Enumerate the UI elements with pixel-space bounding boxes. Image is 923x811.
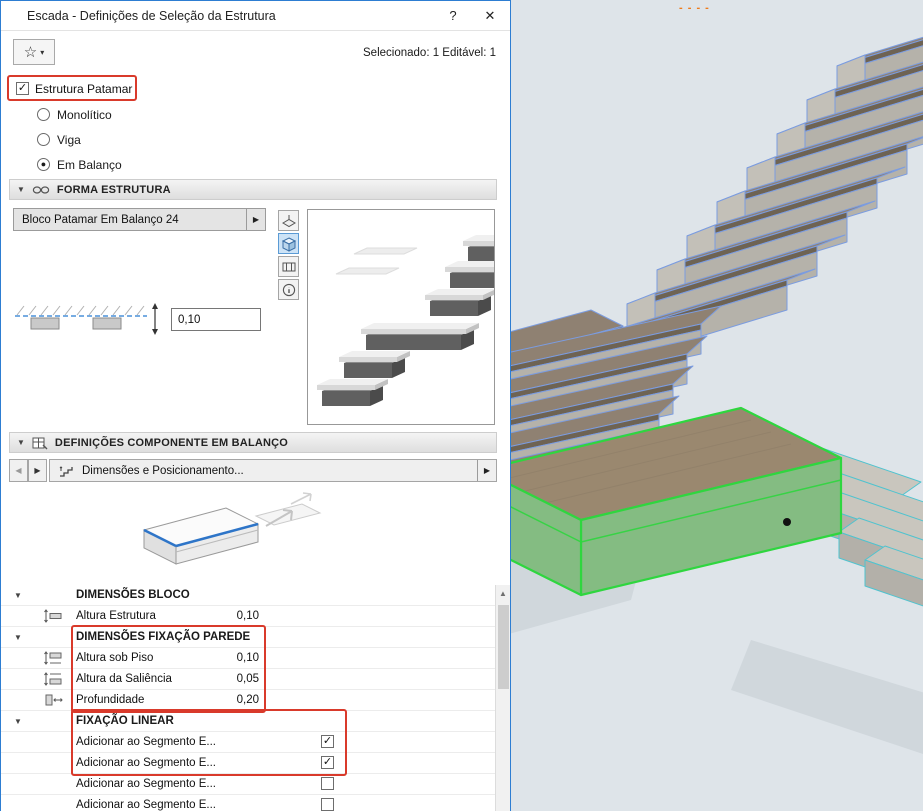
radio-circle	[37, 108, 50, 121]
value-field[interactable]: 0,05	[179, 673, 259, 685]
value-field[interactable]: 0,10	[179, 610, 259, 622]
section-forma-estrutura[interactable]: ▼ FORMA ESTRUTURA	[9, 179, 497, 200]
scrollbar-thumb[interactable]	[498, 605, 509, 689]
estrutura-patamar-label: Estrutura Patamar	[35, 82, 132, 96]
parameter-table: ▼ DIMENSÕES BLOCO Altura Estrutura 0,10 …	[1, 585, 496, 811]
help-button[interactable]: ?	[436, 2, 470, 30]
structure-shape-dropdown[interactable]: Bloco Patamar Em Balanço 24 ▶	[13, 208, 266, 231]
altura-saliencia-icon	[43, 672, 63, 689]
group-header-row[interactable]: ▼ FIXAÇÃO LINEAR	[1, 711, 496, 732]
value-field[interactable]: 0,10	[179, 652, 259, 664]
upper-flight	[597, 0, 923, 368]
dialog-titlebar: Escada - Definições de Seleção da Estrut…	[1, 1, 510, 31]
page-next-button[interactable]: ▶	[28, 459, 47, 482]
info-icon	[281, 282, 297, 298]
value-field[interactable]: 0,20	[179, 694, 259, 706]
marquee-hint: - - - -	[679, 2, 710, 14]
preview-info-button[interactable]	[278, 279, 299, 300]
altura-sob-piso-icon	[43, 651, 63, 668]
altura-estrutura-icon	[43, 609, 63, 626]
componente-icon	[32, 436, 48, 450]
dimensoes-icon	[58, 464, 76, 478]
estrutura-patamar-checkbox[interactable]: ✓	[16, 82, 29, 95]
forma-estrutura-icon	[32, 184, 50, 196]
group-header-label: FIXAÇÃO LINEAR	[76, 715, 174, 727]
collapse-icon[interactable]: ▼	[14, 717, 22, 726]
collapse-icon[interactable]: ▼	[17, 438, 25, 447]
profundidade-icon	[43, 693, 63, 710]
table-row: Altura Estrutura 0,10	[1, 606, 496, 627]
dropdown-arrow-icon: ▶	[246, 209, 265, 230]
page-selector-dropdown[interactable]: Dimensões e Posicionamento... ▶	[49, 459, 497, 482]
segment-checkbox[interactable]: ✓	[321, 756, 334, 769]
group-header-label: DIMENSÕES FIXAÇÃO PAREDE	[76, 631, 250, 643]
table-row: Altura da Saliência 0,05	[1, 669, 496, 690]
radio-em-balanco[interactable]: ● Em Balanço	[37, 157, 122, 172]
collapse-icon[interactable]: ▼	[14, 633, 22, 642]
preview-steps	[308, 210, 494, 424]
star-icon: ☆	[24, 45, 37, 60]
table-row: Adicionar ao Segmento E...	[1, 774, 496, 795]
dropdown-arrow-icon: ▶	[477, 460, 496, 481]
segment-checkbox[interactable]	[321, 777, 334, 790]
selection-status: Selecionado: 1 Editável: 1	[363, 47, 496, 59]
3d-viewport[interactable]: - - - -	[511, 0, 923, 811]
group-header-row[interactable]: ▼ DIMENSÕES FIXAÇÃO PAREDE	[1, 627, 496, 648]
3d-canvas[interactable]	[511, 0, 923, 811]
radio-circle	[37, 133, 50, 146]
table-row: Profundidade 0,20	[1, 690, 496, 711]
offset-input[interactable]	[171, 308, 261, 331]
table-row: Adicionar ao Segmento E... ✓	[1, 732, 496, 753]
film-icon	[281, 259, 297, 275]
table-row: Altura sob Piso 0,10	[1, 648, 496, 669]
favorites-button[interactable]: ☆ ▾	[13, 39, 55, 65]
chevron-down-icon: ▾	[40, 48, 44, 57]
preview-film-button[interactable]	[278, 256, 299, 277]
radio-circle: ●	[37, 158, 50, 171]
page-prev-button[interactable]: ◀	[9, 459, 28, 482]
scroll-up-button[interactable]: ▲	[496, 585, 510, 601]
dialog-title: Escada - Definições de Seleção da Estrut…	[27, 9, 276, 23]
section-componente-balanco[interactable]: ▼ DEFINIÇÕES COMPONENTE EM BALANÇO	[9, 432, 497, 453]
group-header-row[interactable]: ▼ DIMENSÕES BLOCO	[1, 585, 496, 606]
edit-node-dot[interactable]	[783, 518, 791, 526]
segment-checkbox[interactable]: ✓	[321, 735, 334, 748]
stair-settings-dialog: Escada - Definições de Seleção da Estrut…	[0, 0, 511, 811]
segment-checkbox[interactable]	[321, 798, 334, 811]
table-scrollbar[interactable]: ▲	[495, 585, 510, 811]
collapse-icon[interactable]: ▼	[14, 591, 22, 600]
preview-3d-button[interactable]	[278, 233, 299, 254]
component-diagram	[106, 486, 336, 582]
table-row: Adicionar ao Segmento E... ✓	[1, 753, 496, 774]
group-header-label: DIMENSÕES BLOCO	[76, 589, 190, 601]
structure-preview[interactable]	[307, 209, 495, 425]
cube-3d-icon	[281, 236, 297, 252]
table-row: Adicionar ao Segmento E...	[1, 795, 496, 811]
radio-monolitico[interactable]: Monolítico	[37, 107, 112, 122]
collapse-icon[interactable]: ▼	[17, 185, 25, 194]
preview-plan-button[interactable]	[278, 210, 299, 231]
plan-icon	[281, 213, 297, 229]
radio-viga[interactable]: Viga	[37, 132, 81, 147]
close-button[interactable]: ✕	[470, 2, 510, 30]
offset-schematic	[15, 301, 165, 339]
